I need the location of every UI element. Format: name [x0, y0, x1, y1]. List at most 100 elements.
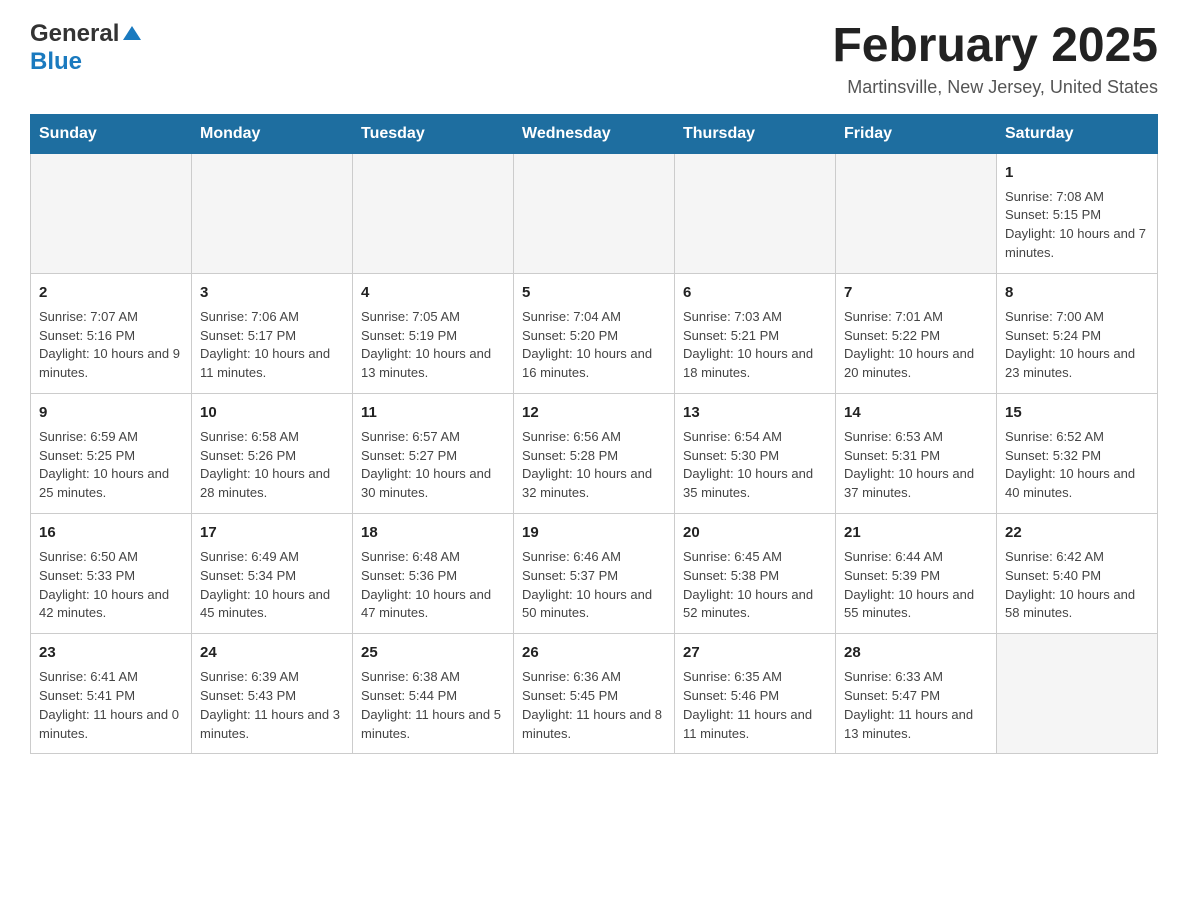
- col-tuesday: Tuesday: [353, 114, 514, 153]
- day-info: Sunrise: 7:06 AMSunset: 5:17 PMDaylight:…: [200, 308, 344, 383]
- day-info: Sunrise: 6:53 AMSunset: 5:31 PMDaylight:…: [844, 428, 988, 503]
- page-subtitle: Martinsville, New Jersey, United States: [832, 77, 1158, 98]
- day-info: Sunrise: 6:33 AMSunset: 5:47 PMDaylight:…: [844, 668, 988, 743]
- calendar-cell: [675, 153, 836, 273]
- calendar-cell: 7 Sunrise: 7:01 AMSunset: 5:22 PMDaylight…: [836, 273, 997, 393]
- col-thursday: Thursday: [675, 114, 836, 153]
- day-info: Sunrise: 7:01 AMSunset: 5:22 PMDaylight:…: [844, 308, 988, 383]
- calendar-week-row: 9 Sunrise: 6:59 AMSunset: 5:25 PMDaylight…: [31, 394, 1158, 514]
- calendar-cell: [31, 153, 192, 273]
- logo: General Blue: [30, 20, 141, 76]
- day-number: 25: [361, 642, 505, 664]
- calendar-header-row: Sunday Monday Tuesday Wednesday Thursday…: [31, 114, 1158, 153]
- calendar-cell: 16Sunrise: 6:50 AMSunset: 5:33 PMDayligh…: [31, 514, 192, 634]
- day-info: Sunrise: 6:39 AMSunset: 5:43 PMDaylight:…: [200, 668, 344, 743]
- col-saturday: Saturday: [997, 114, 1158, 153]
- day-number: 10: [200, 402, 344, 424]
- day-info: Sunrise: 6:42 AMSunset: 5:40 PMDaylight:…: [1005, 548, 1149, 623]
- day-info: Sunrise: 6:56 AMSunset: 5:28 PMDaylight:…: [522, 428, 666, 503]
- calendar-cell: 23 Sunrise: 6:41 AMSunset: 5:41 PMDayligh…: [31, 634, 192, 754]
- day-number: 5: [522, 282, 666, 304]
- day-info: Sunrise: 7:03 AMSunset: 5:21 PMDaylight:…: [683, 308, 827, 383]
- day-number: 7: [844, 282, 988, 304]
- day-number: 14: [844, 402, 988, 424]
- day-info: Sunrise: 7:00 AMSunset: 5:24 PMDaylight:…: [1005, 308, 1149, 383]
- day-number: 2: [39, 282, 183, 304]
- calendar-cell: 24 Sunrise: 6:39 AMSunset: 5:43 PMDayligh…: [192, 634, 353, 754]
- day-info: Sunrise: 6:41 AMSunset: 5:41 PMDaylight:…: [39, 668, 183, 743]
- calendar-cell: 5Sunrise: 7:04 AMSunset: 5:20 PMDaylight…: [514, 273, 675, 393]
- calendar-cell: 26 Sunrise: 6:36 AMSunset: 5:45 PMDayligh…: [514, 634, 675, 754]
- day-info: Sunrise: 7:08 AMSunset: 5:15 PMDaylight:…: [1005, 188, 1149, 263]
- calendar-cell: 15 Sunrise: 6:52 AMSunset: 5:32 PMDayligh…: [997, 394, 1158, 514]
- day-number: 24: [200, 642, 344, 664]
- day-info: Sunrise: 6:36 AMSunset: 5:45 PMDaylight:…: [522, 668, 666, 743]
- calendar-cell: 6Sunrise: 7:03 AMSunset: 5:21 PMDaylight…: [675, 273, 836, 393]
- day-info: Sunrise: 6:44 AMSunset: 5:39 PMDaylight:…: [844, 548, 988, 623]
- logo-blue-text: Blue: [30, 48, 82, 75]
- calendar-cell: 19 Sunrise: 6:46 AMSunset: 5:37 PMDayligh…: [514, 514, 675, 634]
- day-number: 9: [39, 402, 183, 424]
- day-number: 15: [1005, 402, 1149, 424]
- calendar-cell: 27 Sunrise: 6:35 AMSunset: 5:46 PMDayligh…: [675, 634, 836, 754]
- calendar-cell: 20 Sunrise: 6:45 AMSunset: 5:38 PMDayligh…: [675, 514, 836, 634]
- calendar-cell: [514, 153, 675, 273]
- day-info: Sunrise: 6:52 AMSunset: 5:32 PMDaylight:…: [1005, 428, 1149, 503]
- calendar-cell: 13Sunrise: 6:54 AMSunset: 5:30 PMDayligh…: [675, 394, 836, 514]
- day-number: 1: [1005, 162, 1149, 184]
- calendar-cell: 12 Sunrise: 6:56 AMSunset: 5:28 PMDayligh…: [514, 394, 675, 514]
- calendar-cell: 21Sunrise: 6:44 AMSunset: 5:39 PMDayligh…: [836, 514, 997, 634]
- day-info: Sunrise: 6:49 AMSunset: 5:34 PMDaylight:…: [200, 548, 344, 623]
- day-number: 20: [683, 522, 827, 544]
- col-monday: Monday: [192, 114, 353, 153]
- calendar-table: Sunday Monday Tuesday Wednesday Thursday…: [30, 114, 1158, 755]
- calendar-cell: [997, 634, 1158, 754]
- day-info: Sunrise: 6:48 AMSunset: 5:36 PMDaylight:…: [361, 548, 505, 623]
- calendar-cell: 1 Sunrise: 7:08 AMSunset: 5:15 PMDaylight…: [997, 153, 1158, 273]
- day-number: 13: [683, 402, 827, 424]
- col-wednesday: Wednesday: [514, 114, 675, 153]
- calendar-week-row: 23 Sunrise: 6:41 AMSunset: 5:41 PMDayligh…: [31, 634, 1158, 754]
- calendar-cell: 25Sunrise: 6:38 AMSunset: 5:44 PMDayligh…: [353, 634, 514, 754]
- day-number: 27: [683, 642, 827, 664]
- calendar-cell: 28Sunrise: 6:33 AMSunset: 5:47 PMDayligh…: [836, 634, 997, 754]
- day-number: 19: [522, 522, 666, 544]
- calendar-cell: 17 Sunrise: 6:49 AMSunset: 5:34 PMDayligh…: [192, 514, 353, 634]
- calendar-cell: 3 Sunrise: 7:06 AMSunset: 5:17 PMDaylight…: [192, 273, 353, 393]
- day-number: 23: [39, 642, 183, 664]
- logo-general-text: General: [30, 20, 119, 48]
- col-sunday: Sunday: [31, 114, 192, 153]
- day-info: Sunrise: 6:45 AMSunset: 5:38 PMDaylight:…: [683, 548, 827, 623]
- calendar-cell: 10 Sunrise: 6:58 AMSunset: 5:26 PMDayligh…: [192, 394, 353, 514]
- calendar-week-row: 2 Sunrise: 7:07 AMSunset: 5:16 PMDaylight…: [31, 273, 1158, 393]
- day-number: 3: [200, 282, 344, 304]
- page-header: General Blue February 2025 Martinsville,…: [30, 20, 1158, 98]
- col-friday: Friday: [836, 114, 997, 153]
- day-info: Sunrise: 6:59 AMSunset: 5:25 PMDaylight:…: [39, 428, 183, 503]
- day-info: Sunrise: 6:57 AMSunset: 5:27 PMDaylight:…: [361, 428, 505, 503]
- calendar-cell: [836, 153, 997, 273]
- calendar-week-row: 16Sunrise: 6:50 AMSunset: 5:33 PMDayligh…: [31, 514, 1158, 634]
- calendar-cell: 11 Sunrise: 6:57 AMSunset: 5:27 PMDayligh…: [353, 394, 514, 514]
- day-info: Sunrise: 6:46 AMSunset: 5:37 PMDaylight:…: [522, 548, 666, 623]
- day-number: 18: [361, 522, 505, 544]
- calendar-cell: 2 Sunrise: 7:07 AMSunset: 5:16 PMDaylight…: [31, 273, 192, 393]
- day-number: 11: [361, 402, 505, 424]
- page-title: February 2025: [832, 20, 1158, 73]
- day-info: Sunrise: 6:58 AMSunset: 5:26 PMDaylight:…: [200, 428, 344, 503]
- calendar-cell: 4Sunrise: 7:05 AMSunset: 5:19 PMDaylight…: [353, 273, 514, 393]
- calendar-cell: 22Sunrise: 6:42 AMSunset: 5:40 PMDayligh…: [997, 514, 1158, 634]
- day-number: 17: [200, 522, 344, 544]
- day-number: 26: [522, 642, 666, 664]
- calendar-cell: 8Sunrise: 7:00 AMSunset: 5:24 PMDaylight…: [997, 273, 1158, 393]
- day-info: Sunrise: 6:50 AMSunset: 5:33 PMDaylight:…: [39, 548, 183, 623]
- calendar-week-row: 1 Sunrise: 7:08 AMSunset: 5:15 PMDaylight…: [31, 153, 1158, 273]
- calendar-cell: [353, 153, 514, 273]
- logo-triangle-icon: [123, 24, 141, 47]
- day-number: 12: [522, 402, 666, 424]
- title-block: February 2025 Martinsville, New Jersey, …: [832, 20, 1158, 98]
- day-info: Sunrise: 6:35 AMSunset: 5:46 PMDaylight:…: [683, 668, 827, 743]
- calendar-cell: 9 Sunrise: 6:59 AMSunset: 5:25 PMDaylight…: [31, 394, 192, 514]
- day-info: Sunrise: 7:07 AMSunset: 5:16 PMDaylight:…: [39, 308, 183, 383]
- day-info: Sunrise: 7:05 AMSunset: 5:19 PMDaylight:…: [361, 308, 505, 383]
